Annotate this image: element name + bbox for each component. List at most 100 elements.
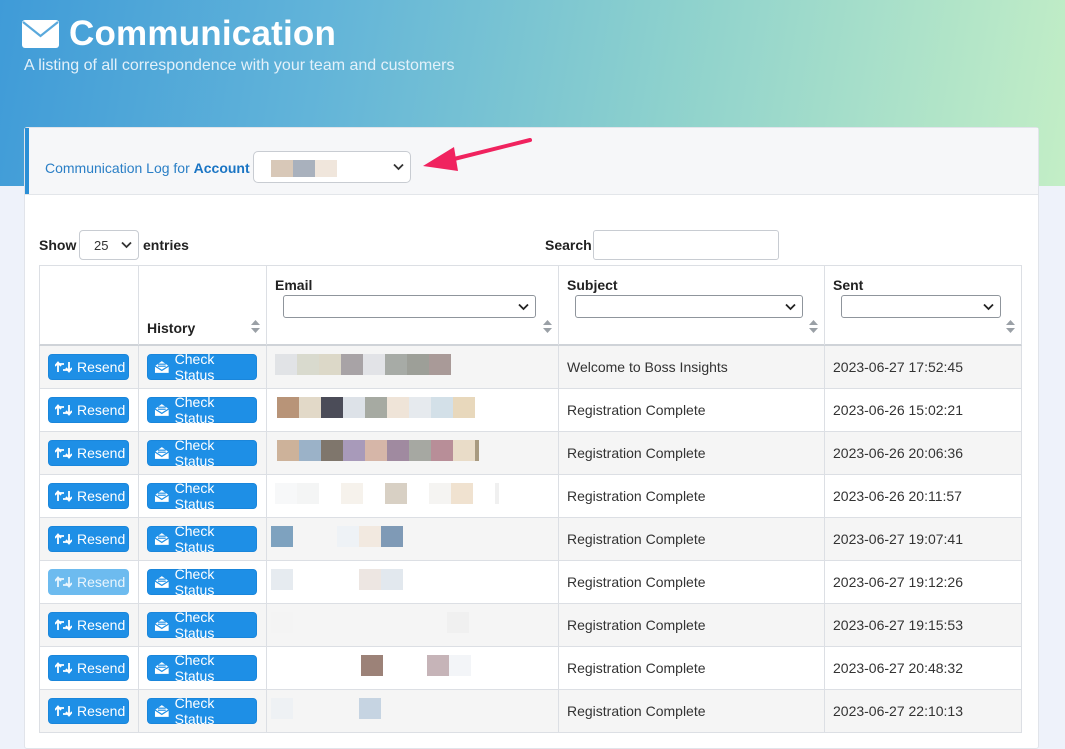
resend-label: Resend: [77, 660, 126, 676]
check-status-label: Check Status: [174, 652, 215, 684]
envelope-open-icon: [154, 619, 170, 631]
check-status-button[interactable]: Check Status: [147, 394, 257, 426]
redacted-email-block: [495, 483, 499, 504]
history-cell: Check Status: [139, 604, 267, 646]
chevron-down-icon: [393, 163, 404, 171]
check-status-button[interactable]: Check Status: [147, 652, 257, 684]
account-select[interactable]: [253, 151, 411, 183]
redacted-email-block: [343, 440, 365, 461]
resend-button[interactable]: Resend: [48, 483, 129, 509]
email-cell: [267, 475, 559, 517]
sort-icon[interactable]: [543, 320, 552, 333]
resend-cell: Resend: [40, 647, 139, 689]
envelope-open-icon: [154, 662, 170, 674]
redacted-email-block: [409, 397, 431, 418]
redacted-email-block: [359, 526, 381, 547]
redacted-email-block: [453, 440, 475, 461]
email-cell: [267, 432, 559, 474]
check-status-button[interactable]: Check Status: [147, 523, 257, 555]
sort-icon[interactable]: [809, 320, 818, 333]
chevron-down-icon: [785, 303, 796, 311]
redacted-email-block: [321, 397, 343, 418]
subject-text: Welcome to Boss Insights: [567, 359, 728, 375]
history-cell: Check Status: [139, 432, 267, 474]
redacted-email-block: [365, 440, 387, 461]
subject-filter-select[interactable]: [575, 295, 803, 318]
redacted-email-block: [271, 569, 293, 590]
table-header: History Email Subject Sent: [39, 265, 1022, 346]
redacted-email-block: [427, 655, 449, 676]
email-cell: [267, 346, 559, 388]
subject-text: Registration Complete: [567, 703, 706, 719]
redacted-email-block: [431, 397, 453, 418]
resend-button[interactable]: Resend: [48, 655, 129, 681]
email-cell: [267, 690, 559, 732]
check-status-label: Check Status: [174, 566, 215, 598]
check-status-label: Check Status: [174, 437, 215, 469]
column-header-email[interactable]: Email: [267, 266, 559, 345]
redacted-email-block: [451, 483, 473, 504]
resend-label: Resend: [77, 574, 126, 590]
column-header-subject[interactable]: Subject: [559, 266, 825, 345]
history-cell: Check Status: [139, 647, 267, 689]
check-status-label: Check Status: [174, 695, 215, 727]
resend-label: Resend: [77, 703, 126, 719]
sent-filter-select[interactable]: [841, 295, 1001, 318]
retweet-icon: [55, 404, 72, 416]
redacted-email-block: [365, 397, 387, 418]
page-title: Communication: [69, 14, 337, 53]
search-label: Search:: [545, 237, 597, 253]
check-status-button[interactable]: Check Status: [147, 480, 257, 512]
redacted-email-block: [429, 354, 451, 375]
check-status-button[interactable]: Check Status: [147, 566, 257, 598]
communication-log-label: Communication Log for Account: [45, 160, 250, 176]
history-header-label: History: [147, 320, 196, 336]
check-status-button[interactable]: Check Status: [147, 695, 257, 727]
resend-label: Resend: [77, 531, 126, 547]
resend-label: Resend: [77, 488, 126, 504]
redacted-email-block: [361, 655, 383, 676]
search-input[interactable]: [593, 230, 779, 260]
redacted-email-block: [299, 440, 321, 461]
sort-icon[interactable]: [251, 320, 260, 333]
resend-button[interactable]: Resend: [48, 440, 129, 466]
log-label-prefix: Communication Log for: [45, 160, 194, 176]
subject-cell: Registration Complete: [559, 432, 825, 474]
subject-cell: Registration Complete: [559, 690, 825, 732]
sent-cell: 2023-06-27 17:52:45: [825, 346, 1021, 388]
chevron-down-icon: [983, 303, 994, 311]
redacted-email-block: [321, 440, 343, 461]
redacted-email-block: [297, 483, 319, 504]
resend-button[interactable]: Resend: [48, 612, 129, 638]
sent-timestamp: 2023-06-27 19:12:26: [833, 574, 963, 590]
subject-cell: Registration Complete: [559, 604, 825, 646]
resend-button[interactable]: Resend: [48, 698, 129, 724]
resend-button[interactable]: Resend: [48, 397, 129, 423]
email-filter-select[interactable]: [283, 295, 536, 318]
sent-timestamp: 2023-06-27 19:15:53: [833, 617, 963, 633]
resend-button[interactable]: Resend: [48, 569, 129, 595]
check-status-button[interactable]: Check Status: [147, 437, 257, 469]
resend-button[interactable]: Resend: [48, 354, 129, 380]
column-header-history[interactable]: History: [139, 266, 267, 345]
sent-timestamp: 2023-06-27 19:07:41: [833, 531, 963, 547]
envelope-open-icon: [154, 533, 170, 545]
chevron-down-icon: [121, 241, 132, 249]
sort-icon[interactable]: [1006, 320, 1015, 333]
table-row: Resend Check Status Registration Complete 2…: [39, 432, 1022, 475]
redacted-email-block: [475, 440, 479, 461]
email-cell: [267, 561, 559, 603]
check-status-label: Check Status: [174, 351, 215, 383]
resend-label: Resend: [77, 445, 126, 461]
column-header-sent[interactable]: Sent: [825, 266, 1021, 345]
resend-cell: Resend: [40, 475, 139, 517]
redacted-email-block: [409, 440, 431, 461]
envelope-open-icon: [154, 576, 170, 588]
check-status-button[interactable]: Check Status: [147, 351, 257, 383]
resend-button[interactable]: Resend: [48, 526, 129, 552]
retweet-icon: [55, 705, 72, 717]
history-cell: Check Status: [139, 475, 267, 517]
check-status-button[interactable]: Check Status: [147, 609, 257, 641]
subject-cell: Registration Complete: [559, 389, 825, 431]
entries-per-page-select[interactable]: 25: [79, 230, 139, 260]
